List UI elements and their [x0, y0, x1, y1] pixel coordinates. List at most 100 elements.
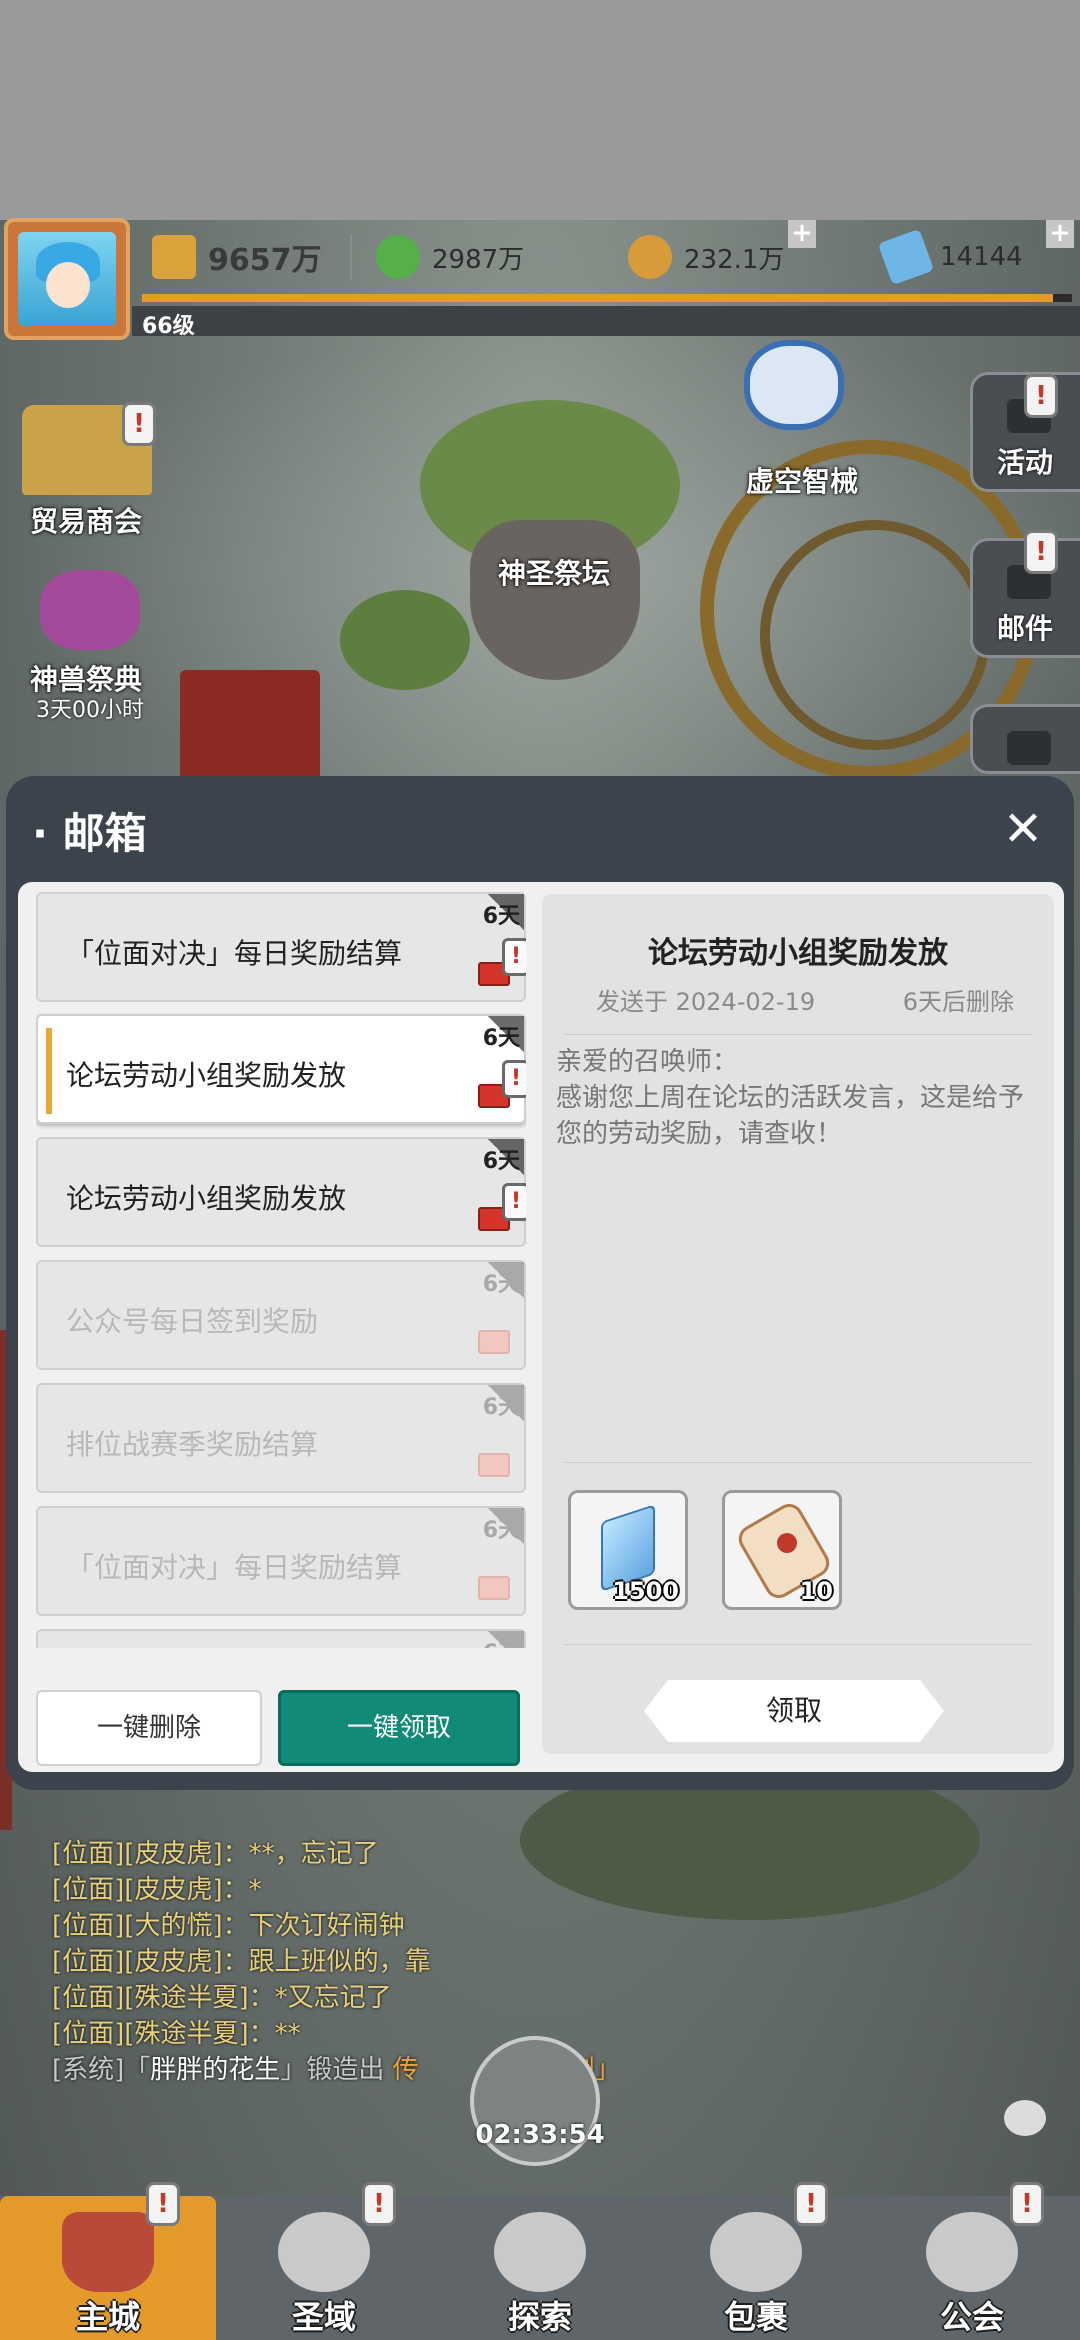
beast-festival-building[interactable] — [40, 570, 140, 650]
chat-sender: 殊途半夏 — [134, 2019, 239, 2049]
chat-channel: [位面][ — [52, 1875, 135, 1905]
nav-label: 圣域 — [291, 2298, 356, 2336]
gift-icon — [478, 1576, 510, 1600]
swords-icon — [152, 235, 196, 279]
close-icon[interactable]: ✕ — [998, 804, 1048, 854]
mail-subject: 公众号每日签到奖励 — [66, 1305, 319, 1338]
vortex-icon — [278, 2212, 370, 2292]
reward-count: 1500 — [612, 1577, 679, 1605]
claim-button[interactable]: 领取 — [644, 1680, 944, 1742]
chat-message: ]：* — [212, 1875, 262, 1905]
gold-value: 2987万 — [432, 244, 525, 275]
mail-item[interactable]: 「位面对决」每日奖励结算 6天 ! — [36, 892, 526, 1002]
chat-line: [位面][皮皮虎]：**，忘记了 — [52, 1836, 772, 1872]
chat-sender: 皮皮虎 — [134, 1947, 213, 1977]
unread-alert-icon: ! — [502, 938, 526, 976]
chat-line: [位面][皮皮虎]：* — [52, 1872, 772, 1908]
chat-sender: 皮皮虎 — [134, 1839, 213, 1869]
mail-item[interactable]: 论坛劳动小组奖励发放 6天 ! — [36, 1137, 526, 1247]
gift-icon — [478, 1453, 510, 1477]
mail-item[interactable]: 「位面对决」每日奖励结算 6天 — [36, 1506, 526, 1616]
mail-detail-panel: 论坛劳动小组奖励发放 发送于 2024-02-19 6天后删除 亲爱的召唤师： … — [542, 894, 1054, 1754]
coin-resource: 232.1万 — [628, 230, 784, 284]
chat-channel: [位面][ — [52, 1911, 135, 1941]
beast-festival-timer: 3天00小时 — [36, 698, 144, 723]
chat-line: [位面][殊途半夏]：*又忘记了 — [52, 1980, 772, 2016]
chat-feed[interactable]: [位面][皮皮虎]：**，忘记了 [位面][皮皮虎]：* [位面][大的慌]：下… — [52, 1836, 772, 2088]
sword-stone-icon — [494, 2212, 586, 2292]
mail-item[interactable]: 排位战赛季奖励结算 6天 — [36, 1383, 526, 1493]
mail-expiry: 6天 — [482, 904, 520, 929]
nav-bag[interactable]: ! 包裹 — [648, 2182, 864, 2340]
mail-label: 邮件 — [996, 612, 1053, 645]
reward-count: 10 — [799, 1577, 833, 1605]
claim-all-button[interactable]: 一键领取 — [278, 1690, 520, 1766]
mail-expiry: 6天 — [482, 1026, 520, 1051]
gift-icon — [478, 1330, 510, 1354]
system-item-name: 传 — [392, 2055, 419, 2085]
chat-sender: 大的慌 — [134, 1911, 213, 1941]
chat-message: ]：** — [238, 2019, 301, 2049]
mail-sent-date: 发送于 2024-02-19 — [596, 988, 816, 1016]
nav-alert-badge: ! — [146, 2182, 180, 2226]
chat-sender: 殊途半夏 — [134, 1983, 239, 2013]
nav-guild[interactable]: ! 公会 — [864, 2182, 1080, 2340]
exp-fill — [142, 294, 1054, 302]
chat-sender: 皮皮虎 — [134, 1875, 213, 1905]
mail-expiry: 6天 — [482, 1272, 520, 1297]
reward-item[interactable]: 1500 — [568, 1490, 688, 1610]
exp-bar — [142, 294, 1072, 302]
mail-greeting: 亲爱的召唤师： — [556, 1047, 739, 1077]
altar-label[interactable]: 神圣祭坛 — [498, 552, 610, 592]
avatar-face — [46, 262, 90, 308]
chat-channel: [位面][ — [52, 1947, 135, 1977]
side-menu-more-button[interactable] — [970, 704, 1080, 774]
nav-main-city[interactable]: ! 主城 — [0, 2182, 216, 2340]
nav-explore[interactable]: 探索 — [432, 2196, 648, 2340]
mail-expiry: 6天 — [482, 1149, 520, 1174]
avatar-portrait — [18, 232, 116, 326]
add-coin-button[interactable]: + — [788, 220, 816, 248]
system-player-name: 胖胖的花生 — [150, 2055, 281, 2085]
status-bar-area — [0, 0, 1080, 220]
mailbox-title-text: 邮箱 — [62, 809, 147, 858]
system-text: 」锻造出 — [280, 2055, 393, 2085]
combat-power-value: 9657万 — [208, 243, 322, 278]
resource-bar: 9657万 2987万 232.1万 + 14144 + — [132, 220, 1080, 294]
coin-icon — [628, 235, 672, 279]
nav-sanctuary[interactable]: ! 圣域 — [216, 2182, 432, 2340]
castle-icon — [62, 2212, 154, 2292]
mail-expiry-note: 6天后删除 — [902, 988, 1014, 1016]
chat-line: [位面][殊途半夏]：** — [52, 2016, 772, 2052]
mail-subject: 「位面对决」每日奖励结算 — [66, 937, 403, 970]
green-orb-icon — [376, 235, 420, 279]
mail-subject: 论坛劳动小组奖励发放 — [66, 1182, 347, 1215]
mail-item-selected[interactable]: 论坛劳动小组奖励发放 6天 ! — [36, 1014, 526, 1124]
chat-message: ]：**，忘记了 — [212, 1839, 379, 1869]
mech-label[interactable]: 虚空智械 — [746, 460, 858, 500]
mail-item[interactable]: 6天 — [36, 1629, 526, 1648]
selected-indicator — [46, 1028, 52, 1114]
chat-message: ]：下次订好闹钟 — [212, 1911, 405, 1941]
trade-alert-badge: ! — [122, 402, 156, 446]
bottom-nav: ! 主城 ! 圣域 探索 ! 包裹 ! 公会 — [0, 2182, 1080, 2340]
nav-label: 公会 — [939, 2298, 1004, 2336]
nav-label: 主城 — [75, 2298, 140, 2336]
coin-value: 232.1万 — [684, 244, 785, 275]
mail-item[interactable]: 公众号每日签到奖励 6天 — [36, 1260, 526, 1370]
reward-item[interactable]: 10 — [722, 1490, 842, 1610]
delete-all-button[interactable]: 一键删除 — [36, 1690, 262, 1766]
nav-alert-badge: ! — [1010, 2182, 1044, 2226]
gem-resource: 14144 — [877, 228, 1023, 286]
system-prefix: [系统]「 — [52, 2055, 151, 2085]
add-gem-button[interactable]: + — [1046, 220, 1074, 248]
trade-hall-label[interactable]: 贸易商会 — [30, 500, 142, 540]
mech-robot-building[interactable] — [744, 340, 844, 430]
divider — [564, 1644, 1032, 1645]
nav-alert-badge: ! — [362, 2182, 396, 2226]
mail-list[interactable]: 「位面对决」每日奖励结算 6天 ! 论坛劳动小组奖励发放 6天 ! 论坛劳动小组… — [36, 892, 526, 1648]
mail-subject: 排位战赛季奖励结算 — [66, 1428, 319, 1461]
nav-alert-badge: ! — [794, 2182, 828, 2226]
player-avatar[interactable] — [4, 218, 130, 340]
chat-open-icon[interactable] — [1004, 2100, 1046, 2136]
